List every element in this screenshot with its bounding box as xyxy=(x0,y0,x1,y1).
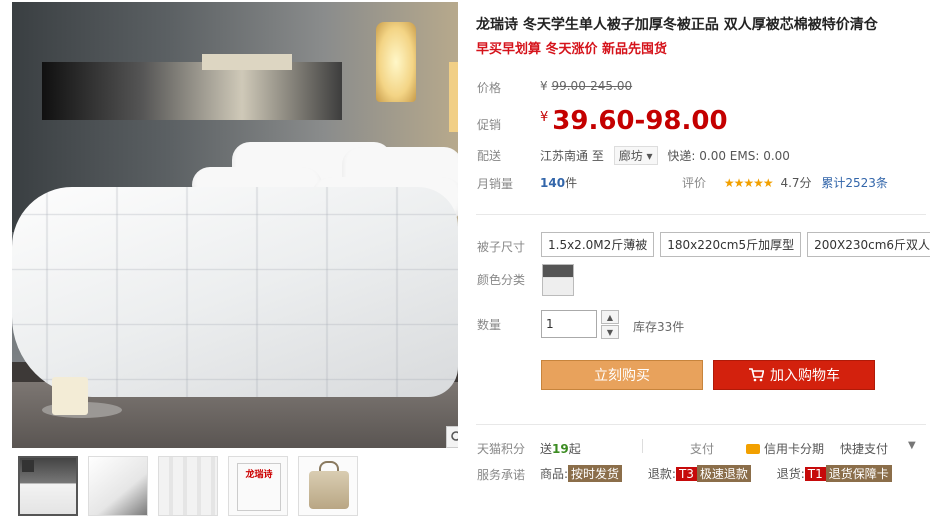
points-value: 19 xyxy=(552,442,569,456)
sales-unit: 件 xyxy=(565,176,578,190)
buy-now-button[interactable]: 立刻购买 xyxy=(541,360,703,390)
star-rating-icon: ★★★★★ xyxy=(723,176,774,190)
ceiling-lamp xyxy=(376,22,416,102)
service-goods: 商品: 按时发货 xyxy=(540,465,623,482)
credit-installment[interactable]: 信用卡分期 xyxy=(746,440,824,457)
credit-card-icon xyxy=(746,444,760,454)
points-info: 送19起 xyxy=(540,440,581,457)
rating-score: 4.7分 xyxy=(780,176,812,190)
quick-pay[interactable]: 快捷支付 xyxy=(840,440,888,457)
shipping-info: 江苏南通 至 廊坊 ▾ 快递: 0.00 EMS: 0.00 xyxy=(540,146,790,165)
size-option[interactable]: 200X230cm6斤双人冬被 xyxy=(807,232,930,257)
service-label: 服务承诺 xyxy=(477,468,526,482)
currency-symbol: ¥ xyxy=(540,110,549,125)
price-label: 价格 xyxy=(477,81,502,95)
divider xyxy=(476,214,926,215)
sales-label: 月销量 xyxy=(477,177,514,191)
shipping-fees: 快递: 0.00 EMS: 0.00 xyxy=(667,149,790,163)
color-label: 颜色分类 xyxy=(477,273,526,287)
add-to-cart-label: 加入购物车 xyxy=(770,368,840,384)
thumb-bag[interactable] xyxy=(298,456,358,516)
magnifier-icon[interactable] xyxy=(446,426,458,448)
thumb-duvet-fold[interactable] xyxy=(88,456,148,516)
thumbnail-strip: 龙瑞诗 xyxy=(18,456,458,520)
credit-label: 信用卡分期 xyxy=(764,442,825,456)
size-option[interactable]: 180x220cm5斤加厚型 xyxy=(660,232,802,257)
size-options: 1.5x2.0M2斤薄被 180x220cm5斤加厚型 200X230cm6斤双… xyxy=(541,232,930,257)
points-label: 天猫积分 xyxy=(477,442,526,456)
product-subtitle: 早买早划算 冬天涨价 新品先囤货 xyxy=(476,42,668,57)
product-title: 龙瑞诗 冬天学生单人被子加厚冬被正品 双人厚被芯棉被特价清仓 xyxy=(476,17,878,33)
qty-increase-button[interactable]: ▲ xyxy=(601,310,619,324)
return-label: 退货: xyxy=(776,467,805,481)
return-tag[interactable]: 退货保障卡 xyxy=(825,465,892,482)
qty-decrease-button[interactable]: ▼ xyxy=(601,325,619,339)
qty-label: 数量 xyxy=(477,318,502,332)
promo-price: ¥39.60-98.00 xyxy=(540,106,728,136)
monthly-sales: 140件 xyxy=(540,174,577,191)
destination-value: 廊坊 xyxy=(618,149,643,163)
side-lamp xyxy=(449,62,458,132)
currency-symbol: ¥ xyxy=(540,79,548,93)
service-return: 退货: T1 退货保障卡 xyxy=(776,465,892,482)
review-count-link[interactable]: 累计2523条 xyxy=(821,176,888,190)
selected-marker xyxy=(22,460,34,472)
promo-label: 促销 xyxy=(477,118,502,132)
service-promises: 商品: 按时发货 退款: T3 极速退款 退货: T1 退货保障卡 xyxy=(540,465,914,482)
wall-light xyxy=(202,54,292,70)
pay-label: 支付 xyxy=(690,442,715,456)
refund-label: 退款: xyxy=(647,467,676,481)
service-refund: 退款: T3 极速退款 xyxy=(647,465,751,482)
shipping-origin: 江苏南通 xyxy=(540,149,589,163)
chevron-down-icon[interactable]: ▼ xyxy=(908,440,916,451)
goods-tag[interactable]: 按时发货 xyxy=(568,465,623,482)
size-option[interactable]: 1.5x2.0M2斤薄被 xyxy=(541,232,655,257)
return-tag-code: T1 xyxy=(804,467,826,481)
size-label: 被子尺寸 xyxy=(477,240,526,254)
candles xyxy=(52,377,88,415)
promo-price-value: 39.60-98.00 xyxy=(552,106,728,136)
shipping-label: 配送 xyxy=(477,149,502,163)
original-price: ¥ 99.00-245.00 xyxy=(540,79,632,93)
color-swatch[interactable] xyxy=(542,264,574,296)
thumb-bed-main[interactable] xyxy=(18,456,78,516)
stock-count: 库存33件 xyxy=(633,320,685,334)
main-product-image[interactable] xyxy=(12,2,458,448)
duvet-quilting xyxy=(12,187,458,397)
chevron-down-icon: ▾ xyxy=(646,149,653,163)
label-brand: 龙瑞诗 xyxy=(245,470,273,480)
buy-now-label: 立刻购买 xyxy=(594,368,650,384)
label-tag: 龙瑞诗 xyxy=(237,463,281,511)
thumb-label[interactable]: 龙瑞诗 xyxy=(228,456,288,516)
quantity-input[interactable] xyxy=(541,310,597,338)
cart-icon xyxy=(749,368,764,382)
goods-label: 商品: xyxy=(540,467,569,481)
add-to-cart-button[interactable]: 加入购物车 xyxy=(713,360,875,390)
bag xyxy=(309,471,349,509)
points-suffix: 起 xyxy=(568,442,581,456)
thumb-quilting-detail[interactable] xyxy=(158,456,218,516)
rating: 评价 ★★★★★ 4.7分 累计2523条 xyxy=(682,174,888,191)
shipping-to: 至 xyxy=(591,149,604,163)
divider xyxy=(476,424,926,425)
refund-tag-code: T3 xyxy=(675,467,697,481)
refund-tag[interactable]: 极速退款 xyxy=(696,465,751,482)
points-prefix: 送 xyxy=(540,442,553,456)
sales-count: 140 xyxy=(540,176,566,190)
separator xyxy=(642,439,643,453)
original-price-value: 99.00-245.00 xyxy=(551,79,633,93)
destination-select[interactable]: 廊坊 ▾ xyxy=(613,146,658,165)
rating-label: 评价 xyxy=(682,176,707,190)
wall-panel xyxy=(42,62,342,120)
